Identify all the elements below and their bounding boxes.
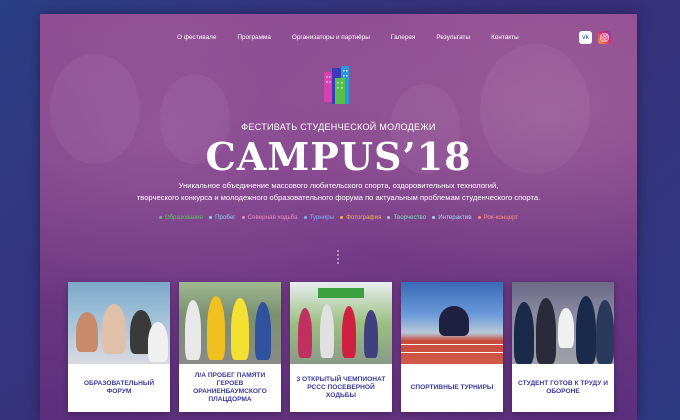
card-label: Спортивные турниры <box>410 384 494 391</box>
tag-dot <box>340 216 344 219</box>
tag-dot <box>477 216 481 219</box>
tag-label: Фотография <box>346 214 382 221</box>
tag-dot <box>209 216 213 219</box>
card-gto[interactable]: Студент готов к труду и обороне <box>512 282 614 412</box>
program-cards: Образовательный форум л/а пробег памяти … <box>68 282 614 412</box>
tag-run[interactable]: Пробег <box>209 214 236 221</box>
card-label: Образовательный форум <box>83 380 155 395</box>
hero-description-line: творческого конкурса и молодежного образ… <box>136 193 541 202</box>
hero-description-line: Уникальное объединение массового любител… <box>178 181 499 190</box>
category-tags: Образование Пробег Северная ходьба Турни… <box>40 214 637 221</box>
tag-tournaments[interactable]: Турниры <box>303 214 335 221</box>
nav-item-contacts[interactable]: Контакты <box>491 34 519 41</box>
card-label: л/а пробег памяти героев ораниенбаумског… <box>193 372 267 403</box>
nav-item-program[interactable]: Программа <box>237 34 270 41</box>
campus-logo <box>324 66 356 111</box>
card-memorial-run[interactable]: л/а пробег памяти героев ораниенбаумског… <box>179 282 281 412</box>
tag-label: Творчество <box>393 214 427 221</box>
tag-label: Северная ходьба <box>247 214 298 221</box>
social-links: vk <box>579 31 611 44</box>
tag-photography[interactable]: Фотография <box>340 214 381 221</box>
tag-dot <box>432 216 436 219</box>
nav-item-results[interactable]: Результаты <box>436 34 470 41</box>
card-photo <box>290 282 392 364</box>
card-photo <box>401 282 503 364</box>
tag-dot <box>241 216 245 219</box>
card-label: Студент готов к труду и обороне <box>518 380 608 395</box>
tag-label: Интерактив <box>438 214 472 221</box>
tag-education[interactable]: Образование <box>158 214 204 221</box>
hero-subtitle: ФЕСТИВАТЬ СТУДЕНЧЕСКОЙ МОЛОДЕЖИ <box>241 122 436 132</box>
tag-label: Пробег <box>215 214 236 221</box>
tag-interactive[interactable]: Интерактив <box>432 214 472 221</box>
hero-description: Уникальное объединение массового любител… <box>100 180 577 204</box>
main-nav: О фестивале Программа Организаторы и пар… <box>177 34 540 41</box>
hero-title: CAMPUS’18 <box>205 134 472 179</box>
scroll-indicator[interactable] <box>337 250 339 264</box>
nav-item-organizers[interactable]: Организаторы и партнёры <box>292 34 370 41</box>
tag-dot <box>303 216 307 219</box>
tag-label: Образование <box>164 214 204 221</box>
card-education-forum[interactable]: Образовательный форум <box>68 282 170 412</box>
card-photo <box>179 282 281 364</box>
tag-label: Рок-концерт <box>483 214 519 221</box>
card-sports-tournaments[interactable]: Спортивные турниры <box>401 282 503 412</box>
nav-item-about[interactable]: О фестивале <box>177 34 216 41</box>
tag-label: Турниры <box>309 214 335 221</box>
tag-dot <box>158 216 162 219</box>
vk-icon[interactable]: vk <box>579 31 592 44</box>
card-photo <box>68 282 170 364</box>
tag-dot <box>387 216 391 219</box>
tag-nordic-walking[interactable]: Северная ходьба <box>241 214 298 221</box>
card-photo <box>512 282 614 364</box>
tag-rock-concert[interactable]: Рок-концерт <box>477 214 519 221</box>
tag-creativity[interactable]: Творчество <box>387 214 426 221</box>
card-label: 3 открытый чемпионат РССС посеверной ход… <box>296 376 386 399</box>
card-nordic-walking[interactable]: 3 открытый чемпионат РССС посеверной ход… <box>290 282 392 412</box>
instagram-icon[interactable] <box>598 31 611 44</box>
nav-item-gallery[interactable]: Галерея <box>391 34 416 41</box>
hero-section: О фестивале Программа Организаторы и пар… <box>40 14 637 420</box>
